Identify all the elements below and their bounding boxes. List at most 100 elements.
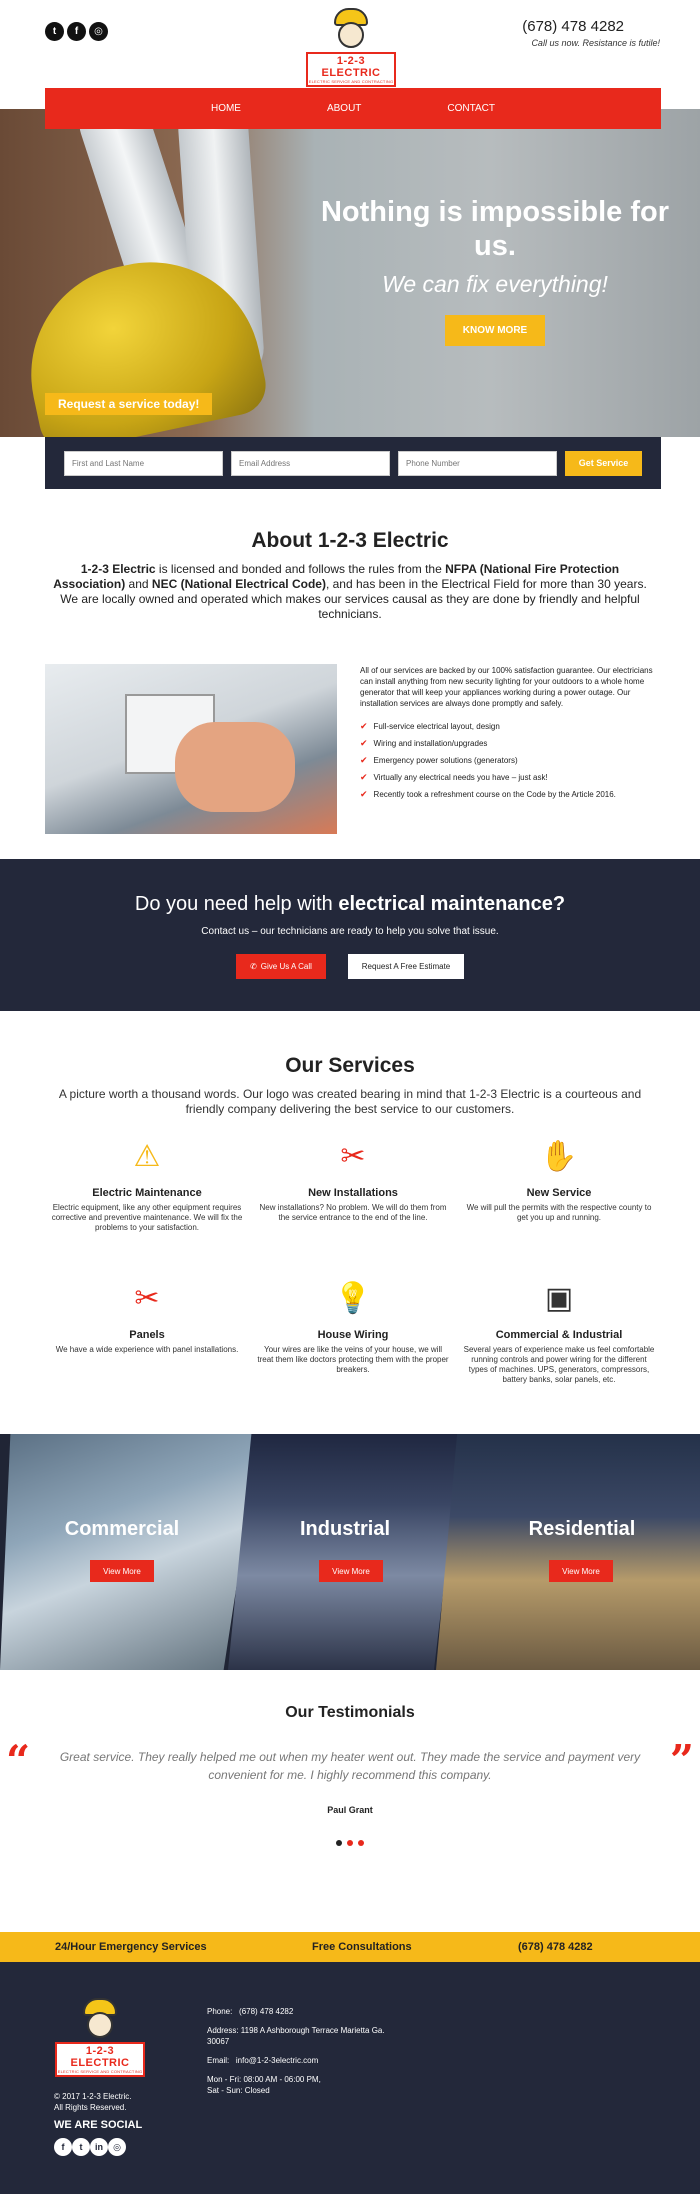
service-description: Electric equipment, like any other equip… bbox=[51, 1203, 243, 1232]
site-footer: 1-2-3 ELECTRIC ELECTRIC SERVICE AND CONT… bbox=[0, 1962, 700, 2194]
linkedin-icon[interactable]: in bbox=[90, 2138, 108, 2156]
service-name: New Service bbox=[526, 1187, 592, 1199]
phone-icon: ✆ bbox=[250, 962, 257, 971]
hero-title: Nothing is impossible for us. bbox=[320, 196, 669, 262]
pliers-icon: ✂ bbox=[134, 1282, 160, 1315]
tools-icon: ✂ bbox=[340, 1140, 366, 1173]
check-icon: ✔ bbox=[360, 789, 368, 799]
electrician-mascot-icon bbox=[328, 8, 374, 50]
carousel-dot[interactable] bbox=[336, 1840, 342, 1846]
site-logo[interactable]: 1-2-3 ELECTRIC ELECTRIC SERVICE AND CONT… bbox=[306, 8, 396, 87]
carousel-dot[interactable] bbox=[358, 1840, 364, 1846]
twitter-icon[interactable]: t bbox=[45, 22, 64, 41]
service-name: Panels bbox=[129, 1329, 165, 1341]
services-grid: ⚠ Electric Maintenance Electric equipmen… bbox=[44, 1136, 664, 1406]
warning-icon: ⚠ bbox=[133, 1140, 161, 1173]
give-us-a-call-button[interactable]: ✆ Give Us A Call bbox=[236, 954, 326, 979]
banner-consultations: Free Consultations bbox=[312, 1941, 412, 1953]
copyright: © 2017 1-2-3 Electric. All Rights Reserv… bbox=[54, 2092, 132, 2112]
service-name: House Wiring bbox=[317, 1329, 389, 1341]
residential-panel[interactable]: Residential View More bbox=[436, 1434, 700, 1670]
industrial-panel[interactable]: Industrial View More bbox=[228, 1434, 462, 1670]
service-new-installations: ✂ New Installations New installations? N… bbox=[250, 1136, 456, 1264]
banner-emergency: 24/Hour Emergency Services bbox=[55, 1941, 207, 1953]
request-service-form: Get Service bbox=[45, 437, 661, 489]
electrician-mascot-icon bbox=[77, 1998, 123, 2040]
get-service-button[interactable]: Get Service bbox=[565, 450, 642, 476]
check-icon: ✔ bbox=[360, 738, 368, 748]
service-description: Your wires are like the veins of your ho… bbox=[257, 1345, 449, 1374]
service-commercial-industrial: ▣ Commercial & Industrial Several years … bbox=[456, 1278, 662, 1406]
header-social-links: t f ◎ bbox=[45, 22, 108, 41]
category-title: Industrial bbox=[299, 1518, 390, 1540]
service-name: Electric Maintenance bbox=[92, 1187, 202, 1199]
know-more-button[interactable]: KNOW MORE bbox=[445, 315, 545, 346]
footer-social-links: f t in ◎ bbox=[54, 2138, 126, 2156]
multimeter-icon: ▣ bbox=[544, 1282, 574, 1315]
header-phone[interactable]: (678) 478 4282 bbox=[522, 18, 624, 35]
name-input[interactable] bbox=[64, 450, 223, 476]
email-input[interactable] bbox=[231, 450, 390, 476]
testimonial-author: Paul Grant bbox=[327, 1805, 373, 1815]
facebook-icon[interactable]: f bbox=[67, 22, 86, 41]
nav-about[interactable]: ABOUT bbox=[327, 103, 361, 114]
service-description: New installations? No problem. We will d… bbox=[259, 1203, 447, 1222]
electrician-wiring-image bbox=[45, 664, 337, 834]
testimonials-section: Our Testimonials “ ” Great service. They… bbox=[0, 1670, 700, 1932]
about-title: About 1-2-3 Electric bbox=[251, 529, 449, 552]
footer-email: Email: info@1-2-3electric.com bbox=[207, 2056, 319, 2065]
header-phone-note: Call us now. Resistance is futile! bbox=[531, 38, 660, 48]
category-title: Commercial bbox=[64, 1518, 180, 1540]
nav-contact[interactable]: CONTACT bbox=[447, 103, 495, 114]
footer-hours: Mon - Fri: 08:00 AM - 06:00 PM, Sat - Su… bbox=[207, 2075, 321, 2095]
facebook-icon[interactable]: f bbox=[54, 2138, 72, 2156]
site-header: t f ◎ 1-2-3 ELECTRIC ELECTRIC SERVICE AN… bbox=[0, 0, 700, 88]
banner-phone[interactable]: (678) 478 4282 bbox=[518, 1941, 593, 1953]
check-icon: ✔ bbox=[360, 772, 368, 782]
list-item: ✔ Virtually any electrical needs you have… bbox=[360, 772, 548, 782]
about-guarantee-text: All of our services are backed by our 10… bbox=[360, 666, 653, 708]
footer-phone: Phone: (678) 478 4282 bbox=[207, 2007, 294, 2016]
list-item: ✔ Wiring and installation/upgrades bbox=[360, 738, 488, 748]
category-title: Residential bbox=[528, 1518, 636, 1540]
service-house-wiring: 💡 House Wiring Your wires are like the v… bbox=[250, 1278, 456, 1406]
logo-tagline: ELECTRIC SERVICE AND CONTRACTING bbox=[308, 79, 394, 84]
glove-icon: ✋ bbox=[540, 1140, 578, 1173]
free-estimate-button[interactable]: Request A Free Estimate bbox=[348, 954, 464, 979]
nav-home[interactable]: HOME bbox=[211, 103, 241, 114]
commercial-panel[interactable]: Commercial View More bbox=[0, 1434, 260, 1670]
residential-view-more-button[interactable]: View More bbox=[549, 1560, 613, 1582]
commercial-view-more-button[interactable]: View More bbox=[90, 1560, 154, 1582]
list-item: ✔ Emergency power solutions (generators) bbox=[360, 755, 518, 765]
list-item: ✔ Full-service electrical layout, design bbox=[360, 721, 500, 731]
about-intro: 1-2-3 Electric is licensed and bonded an… bbox=[53, 562, 647, 621]
carousel-dots bbox=[0, 1840, 700, 1846]
services-banner: 24/Hour Emergency Services Free Consulta… bbox=[0, 1932, 700, 1962]
testimonials-title: Our Testimonials bbox=[285, 1704, 415, 1721]
carousel-dot[interactable] bbox=[347, 1840, 353, 1846]
service-description: We will pull the permits with the respec… bbox=[466, 1203, 652, 1222]
instagram-icon[interactable]: ◎ bbox=[108, 2138, 126, 2156]
close-quote-icon: ” bbox=[669, 1736, 694, 1785]
twitter-icon[interactable]: t bbox=[72, 2138, 90, 2156]
footer-logo[interactable]: 1-2-3 ELECTRIC ELECTRIC SERVICE AND CONT… bbox=[55, 1998, 145, 2077]
hero-subtitle: We can fix everything! bbox=[382, 271, 608, 297]
open-quote-icon: “ bbox=[6, 1736, 31, 1785]
service-name: Commercial & Industrial bbox=[495, 1329, 623, 1341]
footer-address: Address: 1198 A Ashborough Terrace Marie… bbox=[207, 2026, 385, 2046]
hero-banner: Nothing is impossible for us. We can fix… bbox=[0, 109, 700, 437]
industrial-view-more-button[interactable]: View More bbox=[319, 1560, 383, 1582]
instagram-icon[interactable]: ◎ bbox=[89, 22, 108, 41]
testimonial-quote: Great service. They really helped me out… bbox=[59, 1750, 641, 1782]
cta-title: Do you need help with electrical mainten… bbox=[134, 893, 566, 915]
services-intro: A picture worth a thousand words. Our lo… bbox=[58, 1087, 642, 1116]
contact-info: Phone: (678) 478 4282 Address: 1198 A As… bbox=[207, 2006, 407, 2104]
category-panels: Commercial View More Industrial View Mor… bbox=[0, 1434, 700, 1670]
check-icon: ✔ bbox=[360, 755, 368, 765]
services-title: Our Services bbox=[285, 1054, 415, 1077]
request-service-tab: Request a service today! bbox=[45, 393, 213, 415]
phone-input[interactable] bbox=[398, 450, 557, 476]
maintenance-cta: Do you need help with electrical mainten… bbox=[0, 859, 700, 1011]
about-feature-list: ✔ Full-service electrical layout, design … bbox=[360, 721, 660, 800]
cta-subtitle: Contact us – our technicians are ready t… bbox=[201, 926, 499, 937]
